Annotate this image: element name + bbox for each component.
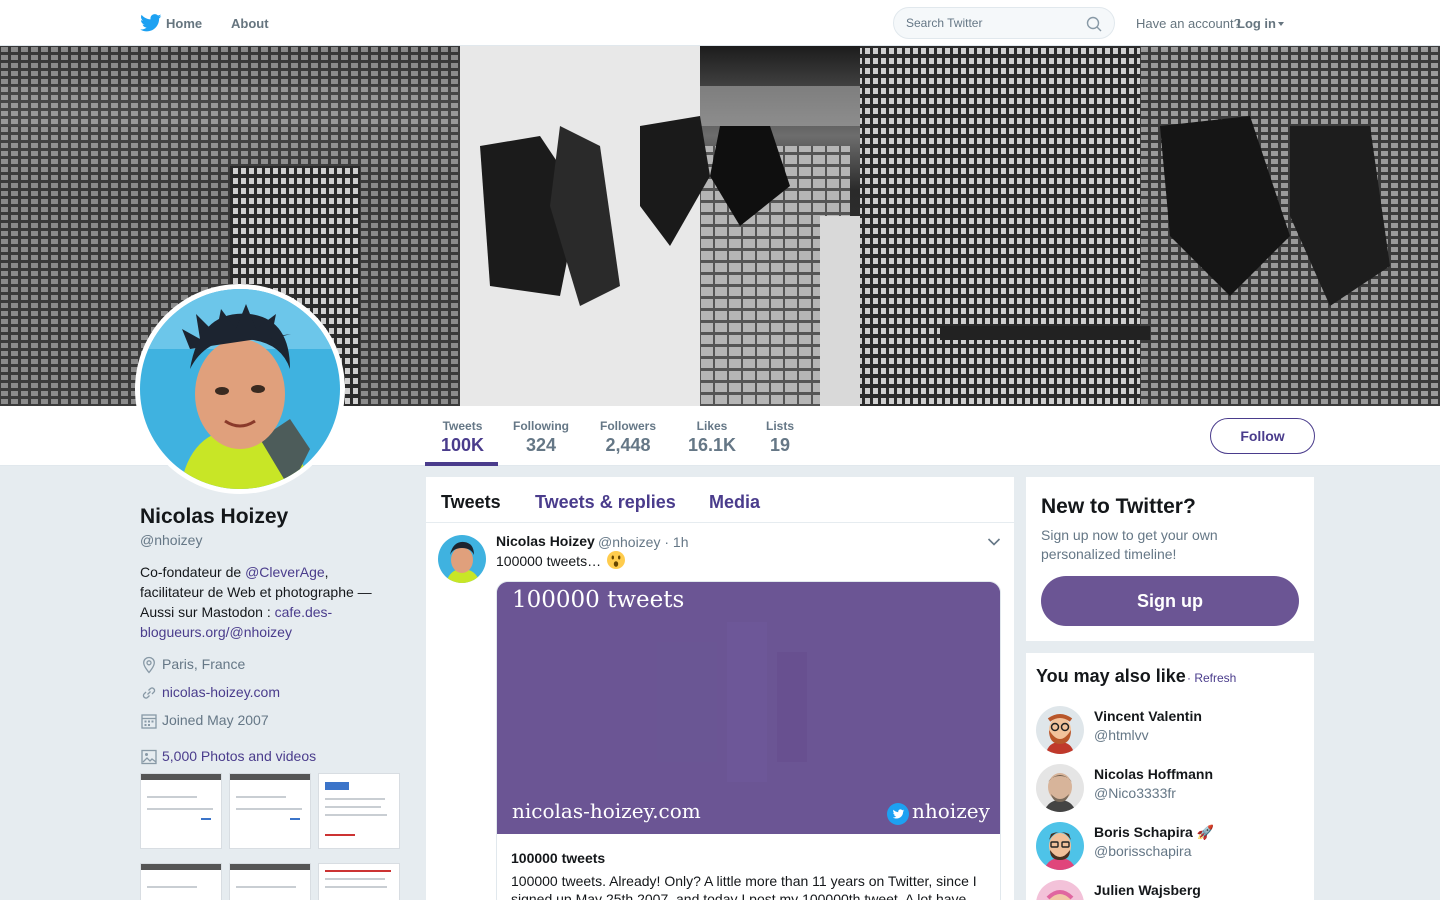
suggestions-title: You may also like — [1036, 666, 1186, 686]
media-thumbnail[interactable] — [318, 773, 400, 849]
media-thumbnail[interactable] — [229, 773, 311, 849]
signup-module: New to Twitter? Sign up now to get your … — [1026, 477, 1314, 641]
media-thumbnail[interactable] — [140, 863, 222, 900]
stat-value: 19 — [769, 435, 791, 455]
search-input[interactable]: Search Twitter — [893, 7, 1115, 39]
avatar-photo — [438, 535, 486, 583]
tweet-author-name[interactable]: Nicolas Hoizey — [496, 533, 595, 549]
signup-title: New to Twitter? — [1041, 495, 1196, 518]
avatar[interactable] — [1036, 880, 1084, 900]
stat-label: Followers — [600, 419, 657, 433]
bio-text: Co-fondateur de — [140, 564, 246, 580]
suggested-user-handle: @borisschapira — [1094, 843, 1192, 859]
have-account-text: Have an account? — [1136, 16, 1241, 31]
search-placeholder: Search Twitter — [906, 16, 983, 30]
profile-handle: @nhoizey — [140, 532, 203, 548]
profile-avatar[interactable] — [135, 284, 345, 494]
card-image: 100000 tweets nicolas-hoizey.com nhoizey — [497, 582, 1000, 834]
stat-value: 2,448 — [605, 435, 651, 455]
avatar-photo — [1036, 880, 1084, 900]
avatar-photo — [1036, 706, 1084, 754]
tweet-handle-time[interactable]: @nhoizey · 1h — [598, 534, 688, 550]
chevron-down-icon[interactable] — [987, 537, 1001, 547]
avatar-photo — [140, 289, 340, 489]
suggested-user-name[interactable]: Julien Wajsberg — [1094, 882, 1201, 898]
astonished-emoji-icon — [607, 551, 625, 569]
refresh-link[interactable]: · Refresh — [1187, 671, 1236, 685]
top-navigation: Home About Search Twitter Have an accoun… — [0, 0, 1440, 46]
tweets-timeline: Tweets Tweets & replies Media Nicolas Ho… — [426, 477, 1014, 900]
profile-bio: Co-fondateur de @CleverAge, facilitateur… — [140, 562, 395, 642]
stat-label: Tweets — [442, 419, 483, 433]
stat-lists[interactable]: Lists 19 — [766, 419, 794, 456]
tweet-author-avatar[interactable] — [438, 535, 486, 583]
tweet-link-card[interactable]: 100000 tweets nicolas-hoizey.com nhoizey… — [496, 581, 1001, 900]
login-dropdown-caret-icon[interactable] — [1278, 22, 1284, 26]
suggested-user[interactable]: Julien Wajsberg — [1036, 880, 1306, 900]
stat-label: Likes — [696, 419, 728, 433]
suggested-user-handle: @htmlvv — [1094, 727, 1149, 743]
suggested-user-name[interactable]: Boris Schapira 🚀 — [1094, 824, 1214, 841]
suggested-user-name[interactable]: Vincent Valentin — [1094, 708, 1202, 724]
twitter-bird-icon — [887, 803, 909, 825]
card-image-handle: nhoizey — [912, 799, 990, 823]
tab-tweets[interactable]: Tweets — [441, 492, 501, 513]
profile-name: Nicolas Hoizey — [140, 505, 289, 528]
card-image-site: nicolas-hoizey.com — [512, 799, 701, 823]
website-link[interactable]: nicolas-hoizey.com — [162, 684, 280, 700]
nav-home-link[interactable]: Home — [166, 16, 202, 31]
calendar-icon — [141, 714, 157, 729]
login-link[interactable]: Log in — [1237, 16, 1276, 31]
search-icon[interactable] — [1086, 16, 1102, 32]
media-thumbnail[interactable] — [318, 863, 400, 900]
sign-up-button[interactable]: Sign up — [1041, 576, 1299, 626]
bio-mention-link[interactable]: @CleverAge — [245, 564, 325, 580]
stat-value: 324 — [525, 435, 557, 455]
suggested-user[interactable]: Boris Schapira 🚀 @borisschapira — [1036, 822, 1306, 874]
signup-subtitle: Sign up now to get your own personalized… — [1041, 527, 1218, 562]
card-title: 100000 tweets — [511, 850, 606, 866]
card-image-title: 100000 tweets — [512, 587, 685, 613]
follow-button[interactable]: Follow — [1210, 418, 1315, 454]
location-pin-icon — [143, 656, 155, 674]
tab-media[interactable]: Media — [709, 492, 760, 513]
stat-value: 100K — [441, 435, 485, 455]
joined-text: Joined May 2007 — [162, 712, 269, 728]
suggested-user-handle: @Nico3333fr — [1094, 785, 1176, 801]
media-thumbnail[interactable] — [140, 773, 222, 849]
photos-link[interactable]: 5,000 Photos and videos — [162, 748, 316, 764]
stat-value: 16.1K — [688, 435, 737, 455]
suggested-user-name[interactable]: Nicolas Hoffmann — [1094, 766, 1213, 782]
stat-followers[interactable]: Followers 2,448 — [600, 419, 656, 456]
avatar[interactable] — [1036, 764, 1084, 812]
nav-about-link[interactable]: About — [231, 16, 269, 31]
active-stat-underline — [425, 462, 498, 466]
stat-likes[interactable]: Likes 16.1K — [688, 419, 736, 456]
tab-tweets-and-replies[interactable]: Tweets & replies — [535, 492, 676, 513]
suggestions-module: You may also like · Refresh Vincent Vale… — [1026, 653, 1314, 900]
stat-tweets[interactable]: Tweets 100K — [441, 419, 484, 456]
avatar[interactable] — [1036, 822, 1084, 870]
avatar[interactable] — [1036, 706, 1084, 754]
card-image-background — [497, 582, 1000, 834]
tabs-divider — [426, 522, 1014, 523]
avatar-photo — [1036, 764, 1084, 812]
location-text: Paris, France — [162, 656, 246, 672]
stat-following[interactable]: Following 324 — [513, 419, 569, 456]
twitter-bird-icon[interactable] — [140, 14, 162, 32]
link-icon — [142, 687, 156, 699]
suggested-user[interactable]: Nicolas Hoffmann @Nico3333fr — [1036, 764, 1306, 816]
suggested-user[interactable]: Vincent Valentin @htmlvv — [1036, 706, 1306, 758]
avatar-photo — [1036, 822, 1084, 870]
image-icon — [141, 749, 157, 765]
stat-label: Following — [513, 419, 569, 433]
card-description: 100000 tweets. Already! Only? A little m… — [511, 873, 978, 900]
stat-label: Lists — [766, 419, 795, 433]
tweet-text: 100000 tweets… — [496, 553, 602, 569]
media-thumbnail[interactable] — [229, 863, 311, 900]
